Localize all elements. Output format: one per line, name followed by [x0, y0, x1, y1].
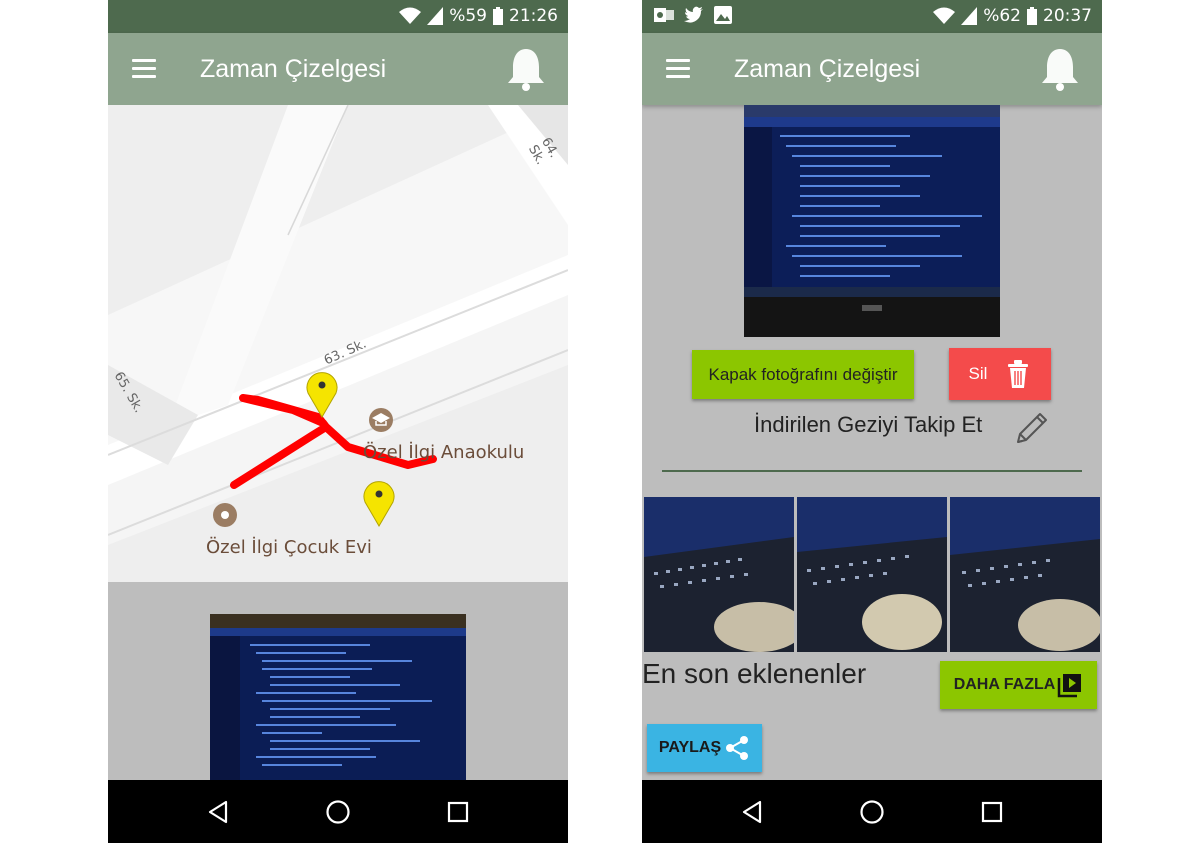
status-bar: %59 21:26 [108, 0, 568, 33]
home-icon[interactable] [842, 787, 902, 837]
recent-additions-label: En son eklenenler [642, 658, 867, 689]
share-button[interactable]: PAYLAŞ [647, 724, 762, 772]
battery-percent: %59 [449, 6, 487, 26]
map-canvas [108, 105, 568, 582]
menu-icon[interactable] [132, 59, 156, 78]
gallery-thumbnail[interactable] [950, 497, 1100, 652]
follow-trip-label: İndirilen Geziyi Takip Et [754, 412, 983, 437]
play-library-icon [1058, 674, 1082, 698]
phone-screen-right: %62 20:37 Zaman Çizelgesi Kapak fotoğraf… [642, 0, 1102, 843]
place-pin-icon[interactable] [213, 503, 237, 527]
place-label[interactable]: Özel İlgi Anaokulu [363, 442, 524, 463]
clock: 20:37 [1043, 6, 1092, 26]
back-icon[interactable] [188, 787, 248, 837]
wifi-icon [399, 7, 422, 24]
signal-icon [427, 7, 444, 25]
share-icon [726, 736, 749, 760]
map-view[interactable]: 63. Sk. 64. Sk. 65. Sk. Özel İlgi Anaoku… [108, 105, 568, 582]
recents-icon[interactable] [428, 787, 488, 837]
system-nav-bar [642, 780, 1102, 843]
delete-button[interactable]: Sil [949, 348, 1051, 400]
school-icon[interactable] [369, 408, 393, 432]
more-button[interactable]: DAHA FAZLA [940, 661, 1097, 709]
menu-icon[interactable] [666, 59, 690, 78]
app-title: Zaman Çizelgesi [734, 55, 921, 83]
system-nav-bar [108, 780, 568, 843]
twitter-icon [684, 6, 703, 23]
place-label[interactable]: Özel İlgi Çocuk Evi [206, 537, 372, 558]
divider [662, 470, 1082, 472]
status-bar: %62 20:37 [642, 0, 1102, 33]
more-label: DAHA FAZLA [953, 676, 1056, 693]
bell-icon[interactable] [1038, 45, 1082, 91]
trash-icon [1008, 360, 1029, 388]
wifi-icon [933, 7, 956, 24]
bell-icon[interactable] [504, 45, 548, 91]
app-title: Zaman Çizelgesi [200, 55, 387, 83]
change-cover-button[interactable]: Kapak fotoğrafını değiştir [692, 350, 914, 399]
signal-icon [961, 7, 978, 25]
home-icon[interactable] [308, 787, 368, 837]
share-label: PAYLAŞ [658, 739, 722, 756]
battery-icon [493, 7, 503, 25]
outlook-icon [654, 8, 674, 22]
clock: 21:26 [509, 6, 558, 26]
cover-photo[interactable] [210, 614, 466, 780]
recents-icon[interactable] [962, 787, 1022, 837]
battery-icon [1027, 7, 1037, 25]
phone-screen-left: %59 21:26 Zaman Çizelgesi 63. Sk. 64. Sk… [108, 0, 568, 843]
gallery-thumbnail[interactable] [797, 497, 947, 652]
app-bar: Zaman Çizelgesi [642, 33, 1102, 105]
pencil-icon[interactable] [1012, 410, 1050, 448]
battery-percent: %62 [983, 6, 1021, 26]
delete-label: Sil [968, 364, 988, 383]
app-bar: Zaman Çizelgesi [108, 33, 568, 105]
cover-photo[interactable] [744, 105, 1000, 337]
back-icon[interactable] [722, 787, 782, 837]
gallery-icon [714, 6, 732, 24]
gallery-thumbnail[interactable] [644, 497, 794, 652]
